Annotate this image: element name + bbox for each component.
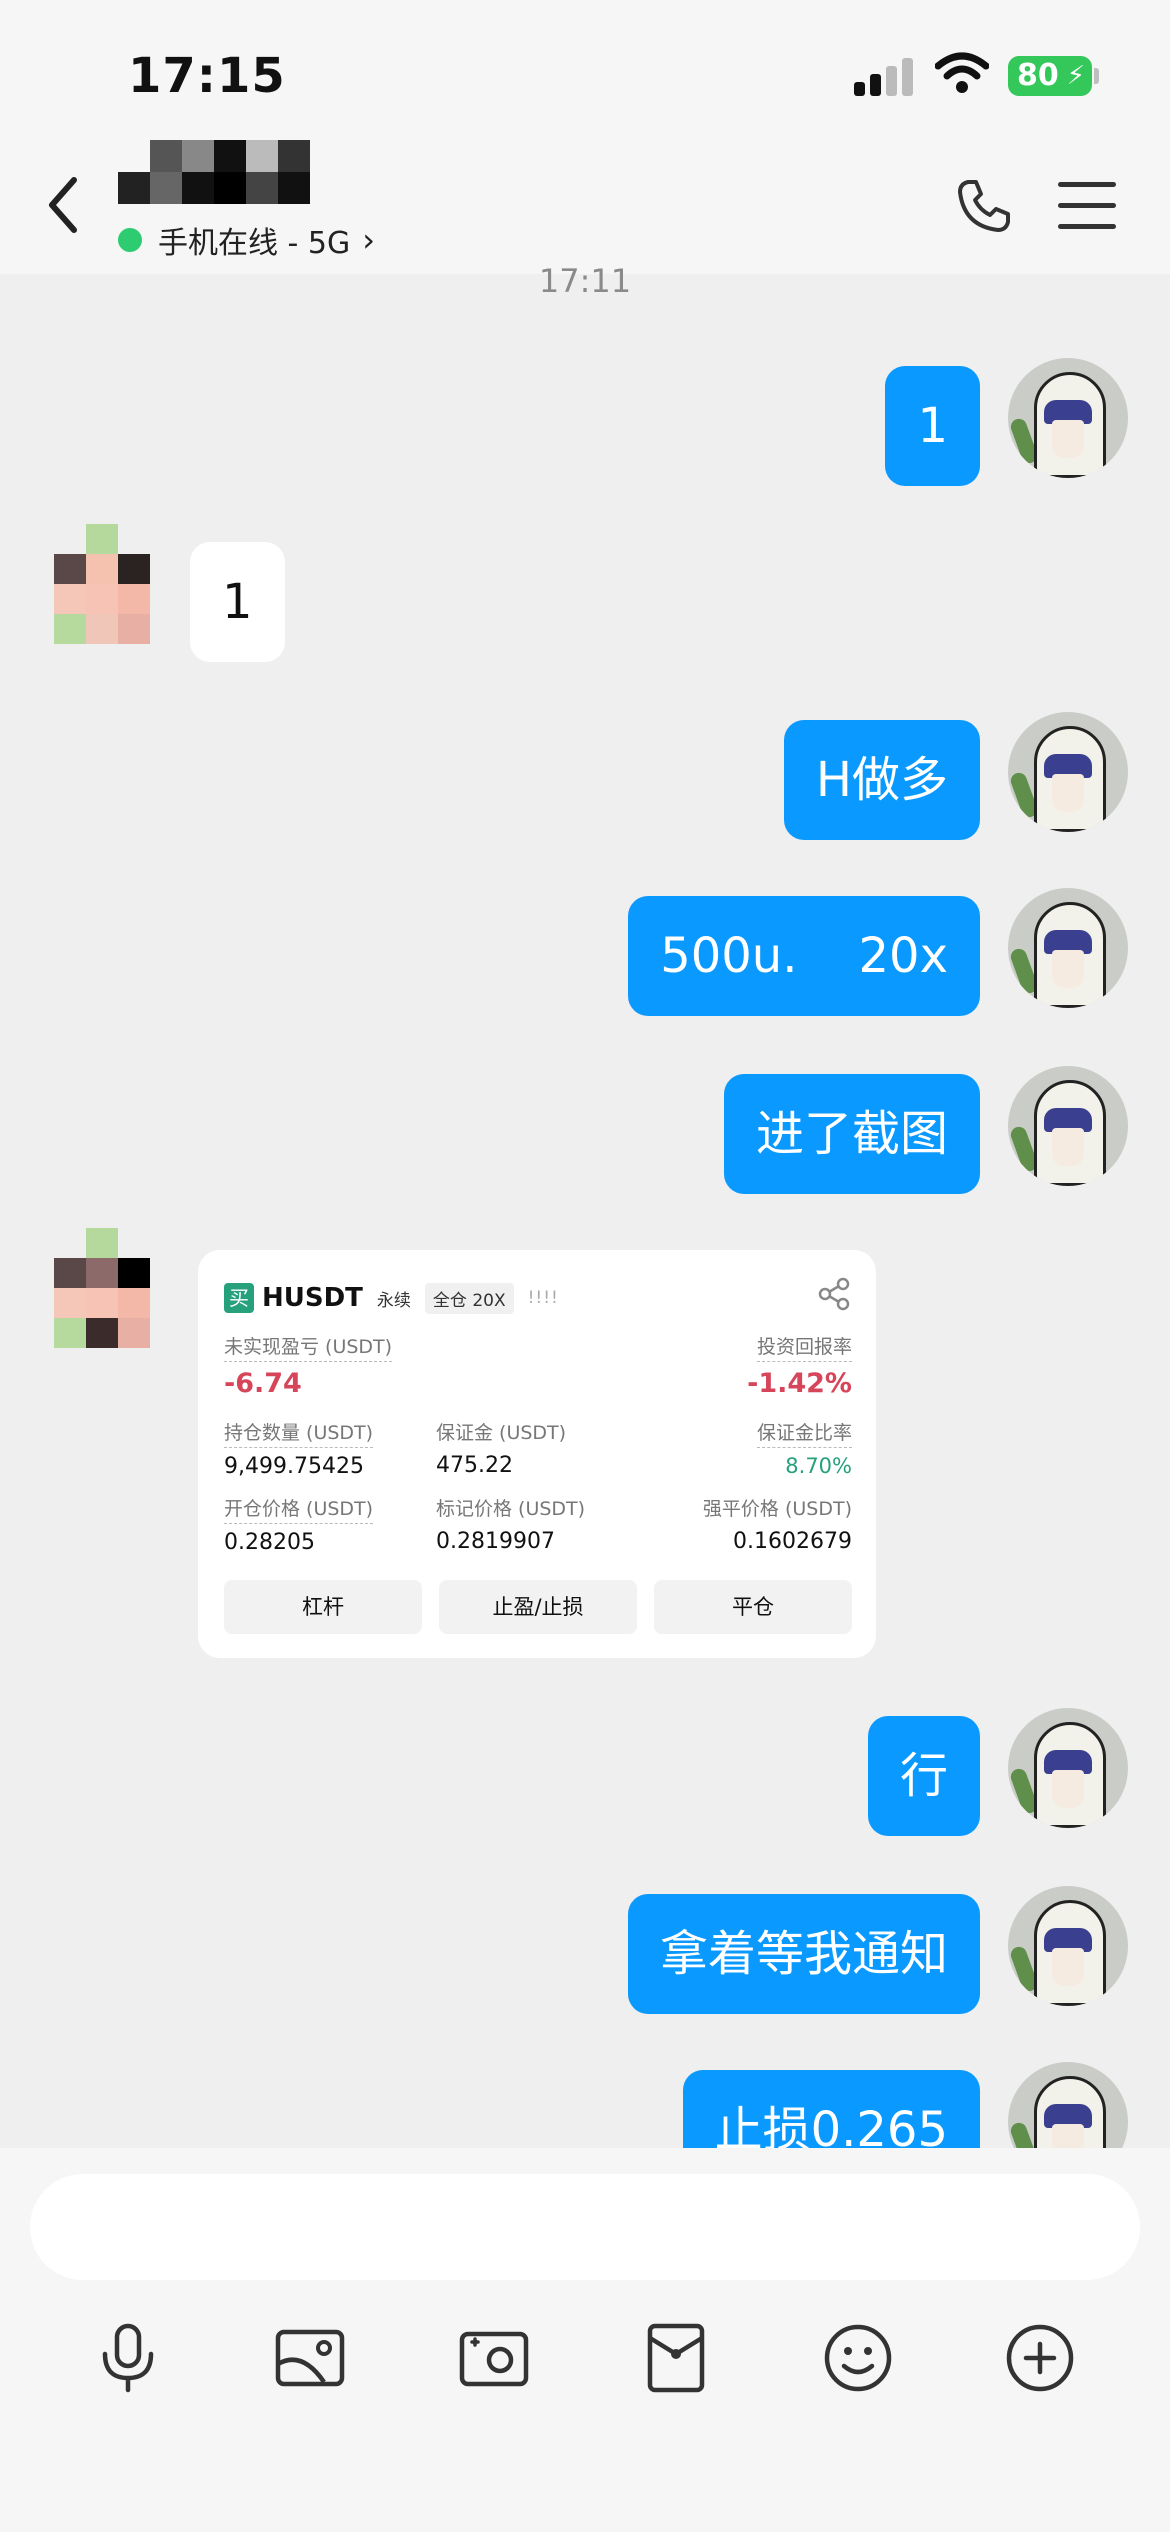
my-avatar[interactable] <box>1008 358 1128 478</box>
composer <box>0 2148 1170 2532</box>
my-message-bubble[interactable]: H做多 <box>783 720 980 840</box>
unrealized-pnl-label: 未实现盈亏 (USDT) <box>224 1332 393 1362</box>
wifi-icon <box>935 52 989 93</box>
unrealized-pnl-value: -6.74 <box>224 1368 302 1399</box>
margin-ratio-value: 8.70% <box>785 1454 852 1478</box>
image-icon[interactable] <box>272 2320 348 2396</box>
online-status[interactable]: 手机在线 - 5G › <box>118 218 375 262</box>
battery-indicator: 80 ⚡ <box>1008 56 1092 96</box>
my-message-bubble[interactable]: 500u. 20x <box>628 896 980 1016</box>
composer-toolbar <box>0 2308 1170 2408</box>
contact-name-redacted[interactable] <box>118 140 310 204</box>
my-avatar[interactable] <box>1008 712 1128 832</box>
card-actions: 杠杆 止盈/止损 平仓 <box>224 1580 852 1634</box>
risk-bars: !!!! <box>527 1288 559 1308</box>
message-input[interactable] <box>30 2174 1140 2280</box>
signal-icon <box>854 58 914 96</box>
entry-price-value: 0.28205 <box>224 1530 315 1555</box>
position-qty-value: 9,499.75425 <box>224 1454 364 1479</box>
chevron-right-icon: › <box>362 221 376 259</box>
contact-message-bubble[interactable]: 1 <box>190 542 285 662</box>
position-qty-label: 持仓数量 (USDT) <box>224 1418 374 1448</box>
my-message-bubble[interactable]: 1 <box>885 366 980 486</box>
message-timestamp: 17:11 <box>538 262 632 300</box>
position-row: 持仓数量 (USDT) 9,499.75425 保证金 (USDT) 475.2… <box>224 1418 852 1488</box>
my-avatar[interactable] <box>1008 1886 1128 2006</box>
battery-tip <box>1094 68 1099 84</box>
margin-ratio-label: 保证金比率 <box>756 1418 852 1448</box>
mark-price-label: 标记价格 (USDT) <box>436 1498 586 1520</box>
share-icon[interactable] <box>816 1276 852 1312</box>
microphone-icon[interactable] <box>90 2320 166 2396</box>
my-avatar[interactable] <box>1008 888 1128 1008</box>
back-arrow-icon[interactable] <box>40 170 90 240</box>
contact-avatar[interactable] <box>54 524 150 644</box>
roi-value: -1.42% <box>747 1368 852 1399</box>
red-packet-icon[interactable] <box>638 2320 714 2396</box>
my-avatar[interactable] <box>1008 1708 1128 1828</box>
phone-call-icon[interactable] <box>954 176 1014 236</box>
message-row: 止损0.265 <box>0 2062 1170 2148</box>
card-header: 买 HUSDT 永续 全仓 20X !!!! <box>224 1276 852 1320</box>
margin-label: 保证金 (USDT) <box>436 1422 567 1444</box>
trading-pair: HUSDT <box>262 1283 363 1313</box>
top-bar: 17:15 80 ⚡ 手机在线 - 5G › <box>0 0 1170 274</box>
contract-type: 永续 <box>376 1290 411 1311</box>
my-avatar[interactable] <box>1008 1066 1128 1186</box>
liq-price-label: 强平价格 (USDT) <box>702 1498 852 1520</box>
my-avatar[interactable] <box>1008 2062 1128 2148</box>
contact-avatar[interactable] <box>54 1228 150 1348</box>
tp-sl-button[interactable]: 止盈/止损 <box>439 1580 637 1634</box>
mark-price-value: 0.2819907 <box>436 1529 555 1554</box>
plus-icon[interactable] <box>1002 2320 1078 2396</box>
roi-label: 投资回报率 <box>756 1332 852 1362</box>
my-message-bubble[interactable]: 进了截图 <box>723 1074 980 1194</box>
camera-icon[interactable] <box>456 2320 532 2396</box>
close-position-button[interactable]: 平仓 <box>654 1580 852 1634</box>
battery-level: 80 <box>1017 58 1059 93</box>
price-row: 开仓价格 (USDT) 0.28205 标记价格 (USDT) 0.281990… <box>224 1494 852 1564</box>
margin-value: 475.22 <box>436 1453 513 1478</box>
position-screenshot-card[interactable]: 买 HUSDT 永续 全仓 20X !!!! 未实现盈亏 (USDT) -6.7… <box>198 1250 876 1658</box>
my-message-bubble[interactable]: 行 <box>867 1716 980 1836</box>
menu-icon[interactable] <box>1058 182 1116 230</box>
my-message-bubble[interactable]: 拿着等我通知 <box>627 1894 980 2014</box>
entry-price-label: 开仓价格 (USDT) <box>224 1494 374 1524</box>
charging-icon: ⚡ <box>1066 61 1085 91</box>
emoji-icon[interactable] <box>820 2320 896 2396</box>
leverage-button[interactable]: 杠杆 <box>224 1580 422 1634</box>
pnl-row: 未实现盈亏 (USDT) -6.74 投资回报率 -1.42% <box>224 1332 852 1402</box>
liq-price-value: 0.1602679 <box>733 1529 852 1554</box>
buy-tag: 买 <box>224 1283 254 1313</box>
my-message-bubble[interactable]: 止损0.265 <box>682 2070 980 2148</box>
online-status-text: 手机在线 - 5G <box>158 226 351 261</box>
online-dot-icon <box>118 228 142 252</box>
status-time: 17:15 <box>128 48 286 104</box>
margin-mode: 全仓 20X <box>424 1282 514 1314</box>
